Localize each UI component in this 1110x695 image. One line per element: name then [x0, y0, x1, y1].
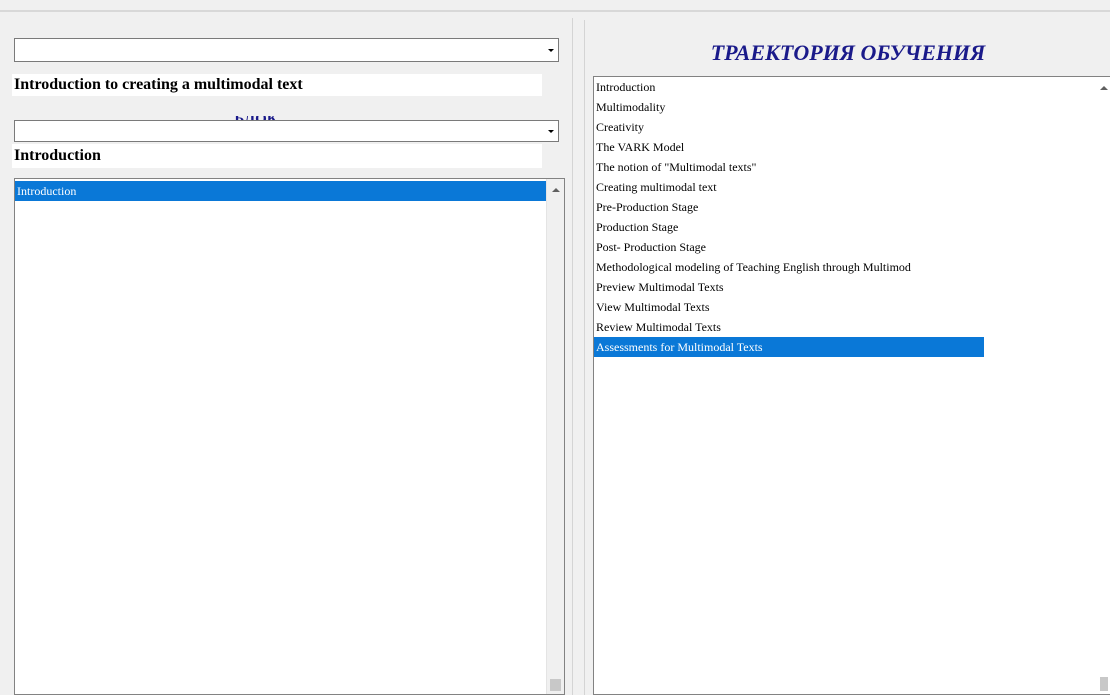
list-item[interactable]: Introduction: [594, 77, 984, 97]
topic-scrollbar[interactable]: [546, 179, 564, 694]
list-item[interactable]: Pre-Production Stage: [594, 197, 984, 217]
list-item[interactable]: View Multimodal Texts: [594, 297, 984, 317]
chevron-down-icon[interactable]: [544, 121, 558, 141]
trajectory-title: ТРАЕКТОРИЯ ОБУЧЕНИЯ: [710, 40, 986, 65]
list-item[interactable]: Methodological modeling of Teaching Engl…: [594, 257, 984, 277]
left-panel: Introduction to creating a multimodal te…: [4, 18, 573, 695]
module-title-text: Introduction to creating a multimodal te…: [14, 76, 303, 93]
top-divider: [0, 10, 1110, 12]
module-select[interactable]: [14, 38, 559, 62]
trajectory-list: Introduction Multimodality Creativity The V…: [594, 77, 984, 357]
list-item[interactable]: Review Multimodal Texts: [594, 317, 984, 337]
right-panel: ТРАЕКТОРИЯ ОБУЧЕНИЯ Introduction Multimod…: [584, 20, 1110, 695]
scroll-thumb[interactable]: [550, 679, 561, 691]
list-item[interactable]: Multimodality: [594, 97, 984, 117]
list-item[interactable]: Creating multimodal text: [594, 177, 984, 197]
trajectory-scrollbar[interactable]: [1098, 77, 1110, 694]
list-item[interactable]: Creativity: [594, 117, 984, 137]
list-item[interactable]: Production Stage: [594, 217, 984, 237]
module-title: Introduction to creating a multimodal te…: [12, 74, 542, 96]
block-title-text: Introduction: [14, 147, 101, 164]
list-item[interactable]: Post- Production Stage: [594, 237, 984, 257]
scroll-thumb[interactable]: [1100, 677, 1108, 691]
list-item[interactable]: Preview Multimodal Texts: [594, 277, 984, 297]
list-item[interactable]: The notion of "Multimodal texts": [594, 157, 984, 177]
scroll-up-icon[interactable]: [1098, 83, 1110, 93]
topic-listbox[interactable]: Introduction: [14, 178, 565, 695]
app-window: Introduction to creating a multimodal te…: [0, 0, 1110, 695]
block-title: Introduction: [12, 144, 542, 168]
topic-list: Introduction: [15, 181, 546, 201]
scroll-up-icon[interactable]: [547, 185, 564, 195]
chevron-down-icon[interactable]: [544, 39, 558, 61]
list-item[interactable]: Assessments for Multimodal Texts: [594, 337, 984, 357]
list-item[interactable]: Introduction: [15, 181, 546, 201]
trajectory-listbox[interactable]: Introduction Multimodality Creativity The V…: [593, 76, 1110, 695]
block-select[interactable]: [14, 120, 559, 142]
list-item[interactable]: The VARK Model: [594, 137, 984, 157]
